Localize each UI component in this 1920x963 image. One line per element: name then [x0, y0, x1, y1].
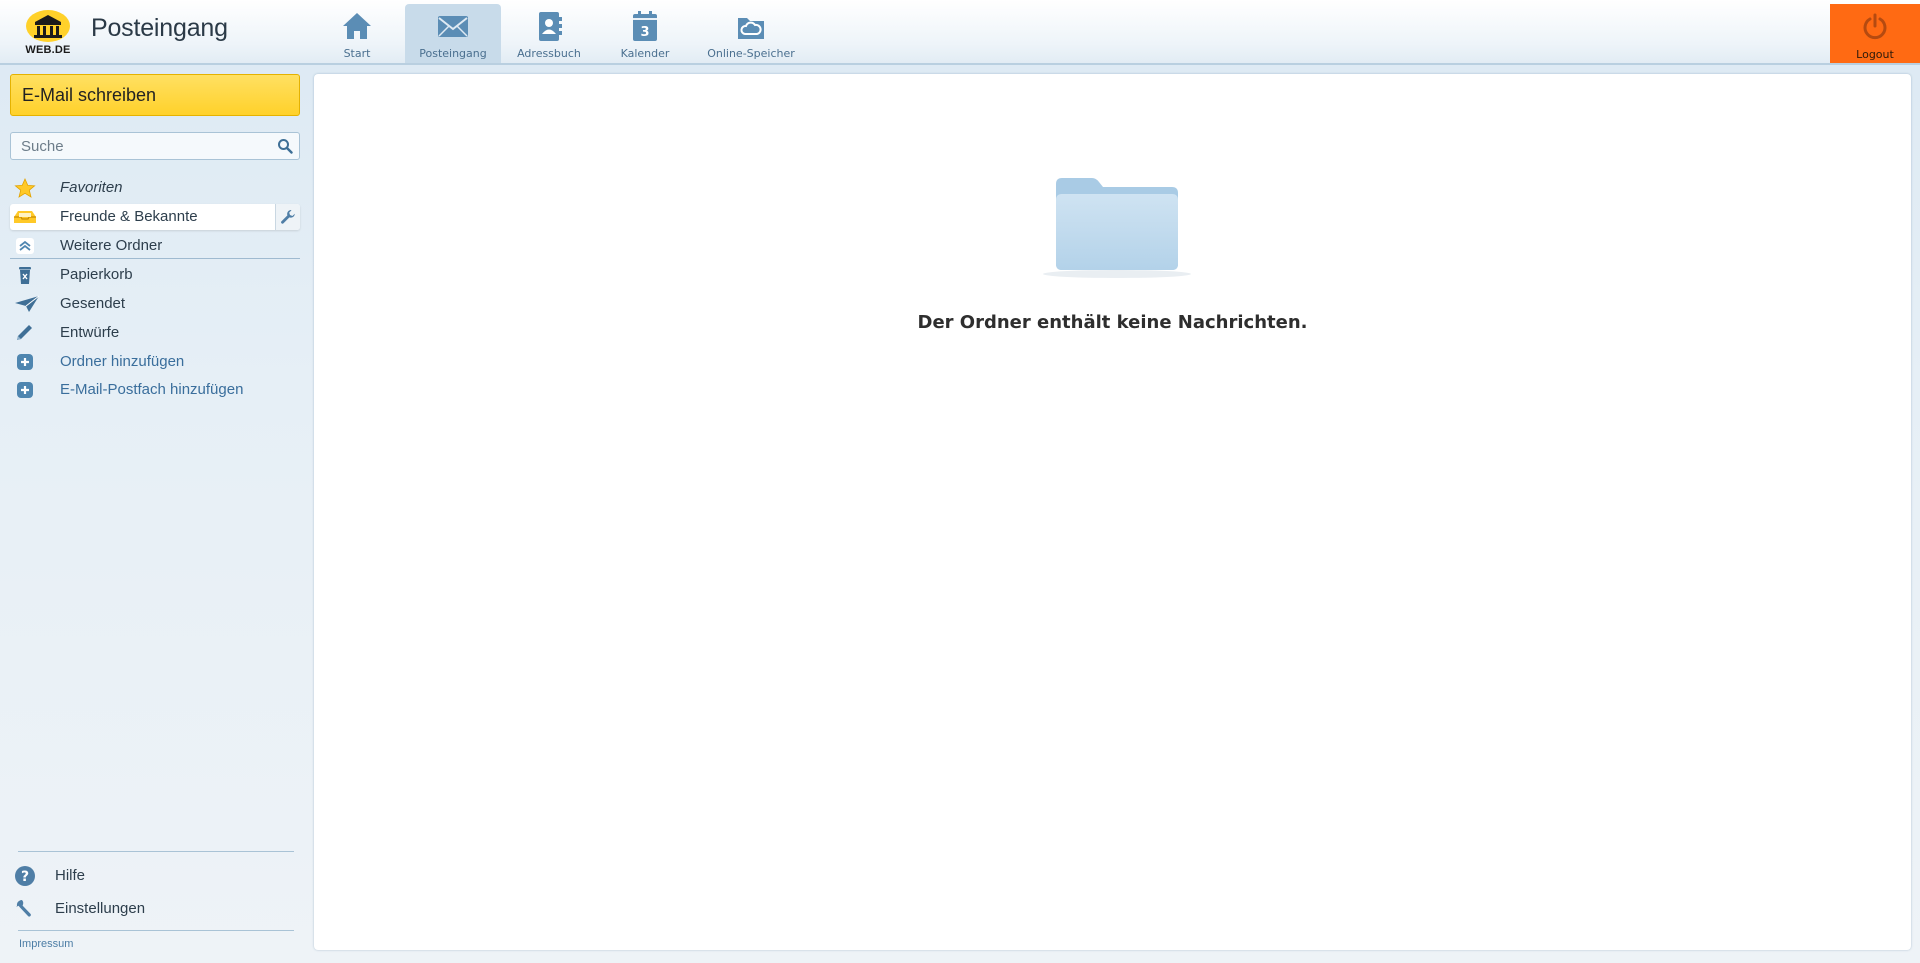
calendar-icon: 3 — [633, 11, 657, 41]
plus-icon — [17, 354, 33, 370]
compose-email-button[interactable]: E-Mail schreiben — [10, 74, 300, 116]
address-book-icon — [539, 12, 562, 41]
add-folder-link[interactable]: Ordner hinzufügen — [10, 349, 300, 375]
calendar-day-number: 3 — [640, 25, 649, 40]
home-icon — [343, 13, 371, 39]
settings-label: Einstellungen — [55, 900, 146, 917]
folder-favoriten[interactable]: Favoriten — [10, 175, 300, 201]
svg-text:?: ? — [21, 869, 29, 885]
logout-label: Logout — [1856, 48, 1894, 61]
search-box — [10, 132, 300, 160]
nav-online-speicher[interactable]: Online-Speicher — [693, 4, 809, 63]
nav-kalender[interactable]: 3 Kalender — [597, 4, 693, 63]
folder-label: E-Mail-Postfach hinzufügen — [60, 381, 244, 398]
folder-freunde-bekannte[interactable]: Freunde & Bekannte — [10, 204, 300, 230]
wrench-icon — [281, 210, 295, 224]
power-icon — [1863, 13, 1887, 40]
star-icon — [14, 178, 36, 198]
folder-settings-button[interactable] — [275, 204, 300, 230]
folder-papierkorb[interactable]: Papierkorb — [10, 262, 300, 288]
add-mailbox-link[interactable]: E-Mail-Postfach hinzufügen — [10, 377, 300, 403]
logout-button[interactable]: Logout — [1830, 4, 1920, 63]
folder-label: Entwürfe — [60, 324, 120, 341]
folder-label: Favoriten — [60, 179, 123, 196]
message-list-panel: Der Ordner enthält keine Nachrichten. — [314, 74, 1911, 950]
webde-logo[interactable]: WEB.DE — [22, 8, 74, 56]
empty-folder-icon — [1043, 178, 1191, 278]
folder-entwuerfe[interactable]: Entwürfe — [10, 320, 300, 346]
page-title: Posteingang — [91, 14, 228, 42]
nav-adressbuch-label: Adressbuch — [517, 47, 581, 60]
envelope-icon — [438, 16, 468, 37]
nav-start[interactable]: Start — [309, 4, 405, 63]
help-icon: ? — [15, 866, 35, 886]
logo-emblem-icon — [26, 10, 70, 42]
nav-online-speicher-label: Online-Speicher — [707, 47, 795, 60]
logo-text: WEB.DE — [25, 44, 71, 56]
sidebar-divider — [18, 930, 294, 931]
folder-label: Ordner hinzufügen — [60, 353, 185, 370]
folder-label: Weitere Ordner — [60, 237, 163, 254]
wrench-icon — [16, 899, 31, 917]
impressum-link[interactable]: Impressum — [19, 938, 73, 950]
nav-posteingang[interactable]: Posteingang — [405, 4, 501, 63]
empty-folder-message: Der Ordner enthält keine Nachrichten. — [917, 312, 1308, 333]
folder-label: Gesendet — [60, 295, 126, 312]
help-label: Hilfe — [55, 867, 86, 884]
paper-plane-icon — [15, 295, 40, 312]
pencil-icon — [17, 325, 32, 340]
nav-posteingang-label: Posteingang — [419, 47, 487, 60]
nav-adressbuch[interactable]: Adressbuch — [501, 4, 597, 63]
nav-start-label: Start — [343, 47, 371, 60]
folder-label: Papierkorb — [60, 266, 133, 283]
inbox-tray-icon — [14, 211, 36, 223]
folder-label: Freunde & Bekannte — [60, 208, 198, 225]
folder-gesendet[interactable]: Gesendet — [10, 291, 300, 317]
main-nav: Start Posteingang Adressbuch 3 Kalender … — [309, 4, 809, 63]
expand-up-icon — [16, 238, 34, 254]
sidebar-divider — [18, 851, 294, 852]
cloud-icon — [738, 18, 764, 39]
search-icon[interactable] — [277, 138, 293, 154]
nav-kalender-label: Kalender — [620, 47, 670, 60]
plus-icon — [17, 382, 33, 398]
top-bar: WEB.DE Posteingang Start Posteingang Adr… — [0, 0, 1920, 65]
trash-icon — [19, 267, 31, 284]
folder-weitere-ordner[interactable]: Weitere Ordner — [10, 233, 300, 259]
search-input[interactable] — [11, 133, 271, 159]
